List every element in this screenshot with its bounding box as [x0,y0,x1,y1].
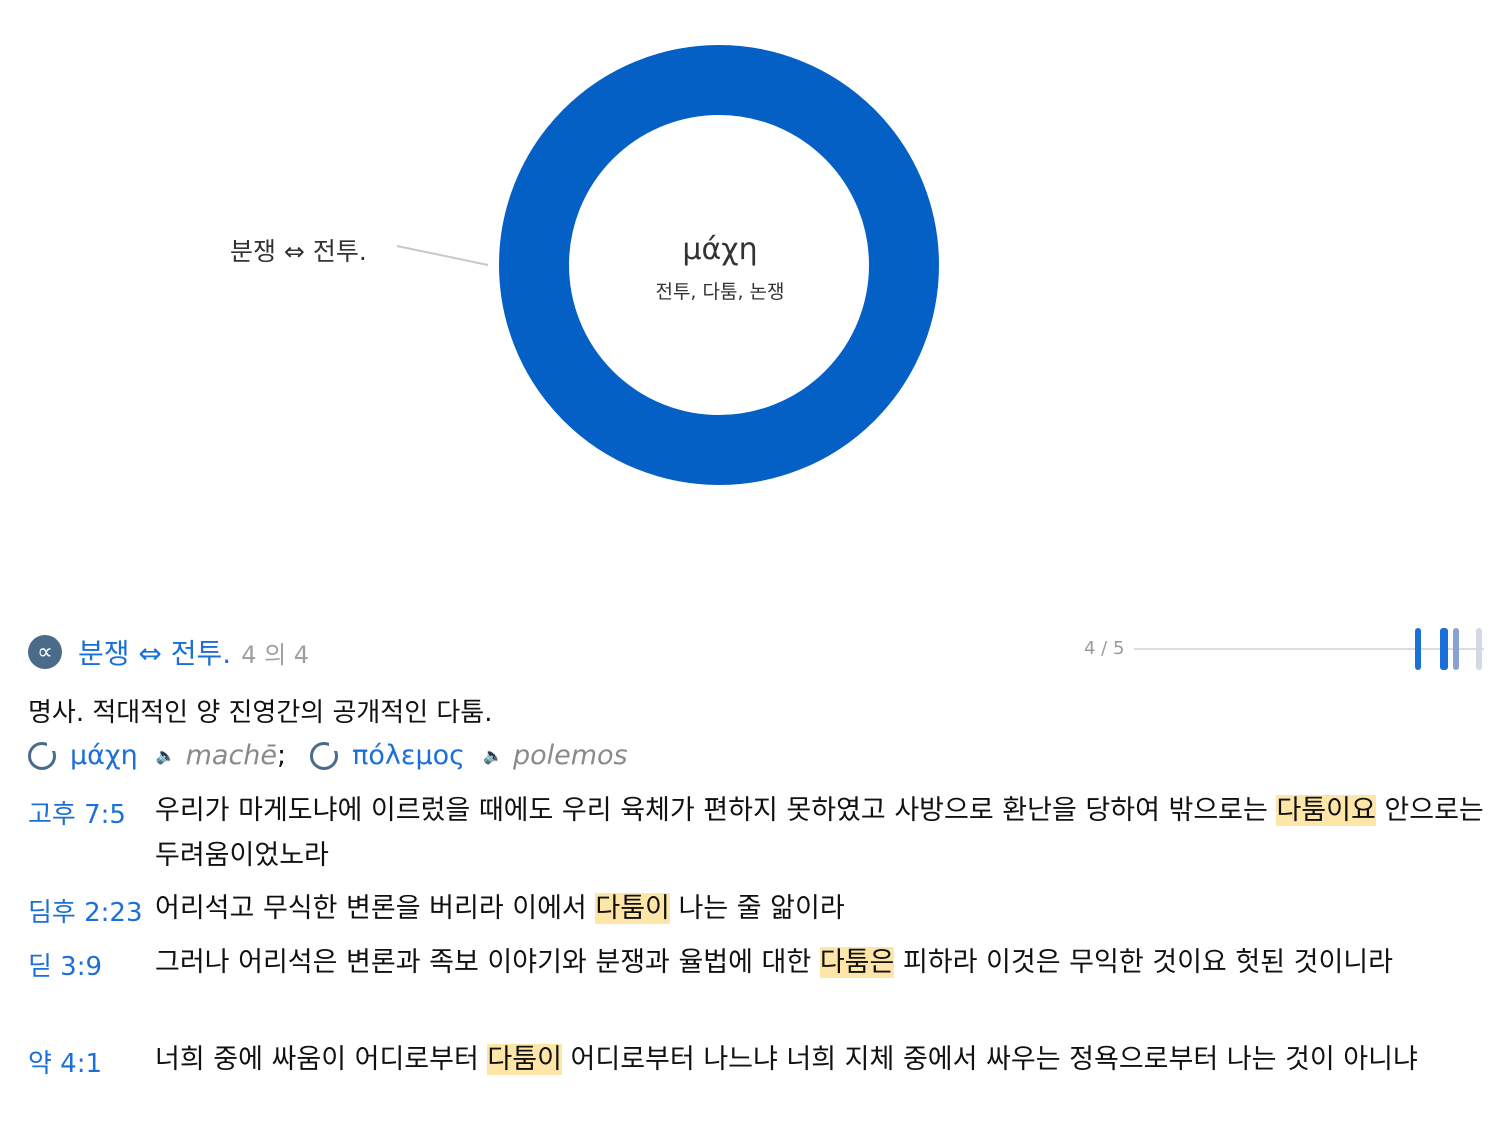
verse-ref[interactable]: 딤후 2:23 [28,892,143,929]
definition: 명사. 적대적인 양 진영간의 공개적인 다툼. [28,698,493,728]
lemma-link[interactable]: μάχη [70,740,138,771]
verse-text-after: 나는 줄 앎이라 [669,893,845,924]
sense-count: 4 의 4 [241,640,310,669]
pager-tick[interactable] [1453,628,1459,670]
verse-text-after: 피하라 이것은 무익한 것이요 헛된 것이니라 [894,947,1393,978]
verse-ref[interactable]: 딛 3:9 [28,946,102,983]
pager-tick[interactable] [1440,628,1448,670]
verse-text: 우리가 마게도냐에 이르렀을 때에도 우리 육체가 편하지 못하였고 사방으로 … [155,788,1488,878]
verse-text-after: 어디로부터 나느냐 너희 지체 중에서 싸우는 정욕으로부터 나는 것이 아니냐 [561,1044,1418,1075]
speaker-icon[interactable]: 🔈 [483,746,503,765]
verse-ref[interactable]: 약 4:1 [28,1043,102,1080]
verse-text: 너희 중에 싸움이 어디로부터 다툼이 어디로부터 나느냐 너희 지체 중에서 … [155,1037,1488,1082]
pager-label: 4 / 5 [1084,638,1125,659]
center-title: μάχη [682,232,758,267]
verse-text-before: 너희 중에 싸움이 어디로부터 [155,1044,488,1075]
pager-track[interactable] [1134,648,1484,650]
pager-tick[interactable] [1476,628,1482,670]
refresh-icon [28,741,56,770]
highlighted-word: 다툼은 [819,947,895,978]
center-subtitle: 전투, 다툼, 논쟁 [655,281,785,303]
separator: ; [277,740,287,771]
speaker-icon[interactable]: 🔈 [156,746,176,765]
sense-title[interactable]: 분쟁 ⇔ 전투. [78,632,231,672]
transliteration: polemos [512,740,628,771]
verse-text-before: 그러나 어리석은 변론과 족보 이야기와 분쟁과 율법에 대한 [155,947,820,978]
leader-line [396,245,489,266]
lemma-list: μάχη 🔈 machē ; πόλεμος 🔈 polemos [28,740,628,771]
highlighted-word: 다툼이요 [1276,795,1376,826]
highlighted-word: 다툼이 [595,893,670,924]
transliteration: machē [185,740,278,771]
verse-text: 어리석고 무식한 변론을 버리라 이에서 다툼이 나는 줄 앎이라 [155,886,1488,931]
pager-tick[interactable] [1415,628,1421,670]
lemma-link[interactable]: πόλεμος [352,740,465,771]
verse-text: 그러나 어리석은 변론과 족보 이야기와 분쟁과 율법에 대한 다툼은 피하라 … [155,940,1488,985]
highlighted-word: 다툼이 [487,1044,562,1075]
refresh-icon [310,741,339,770]
verse-text-before: 어리석고 무식한 변론을 버리라 이에서 [155,893,596,924]
verse-ref[interactable]: 고후 7:5 [28,794,126,831]
verse-text-before: 우리가 마게도냐에 이르렀을 때에도 우리 육체가 편하지 못하였고 사방으로 … [155,795,1277,826]
sense-header: ∝ 분쟁 ⇔ 전투. 4 의 4 [28,630,309,674]
slice-label[interactable]: 분쟁 ⇔ 전투. [230,232,367,268]
proportional-icon: ∝ [28,635,62,669]
